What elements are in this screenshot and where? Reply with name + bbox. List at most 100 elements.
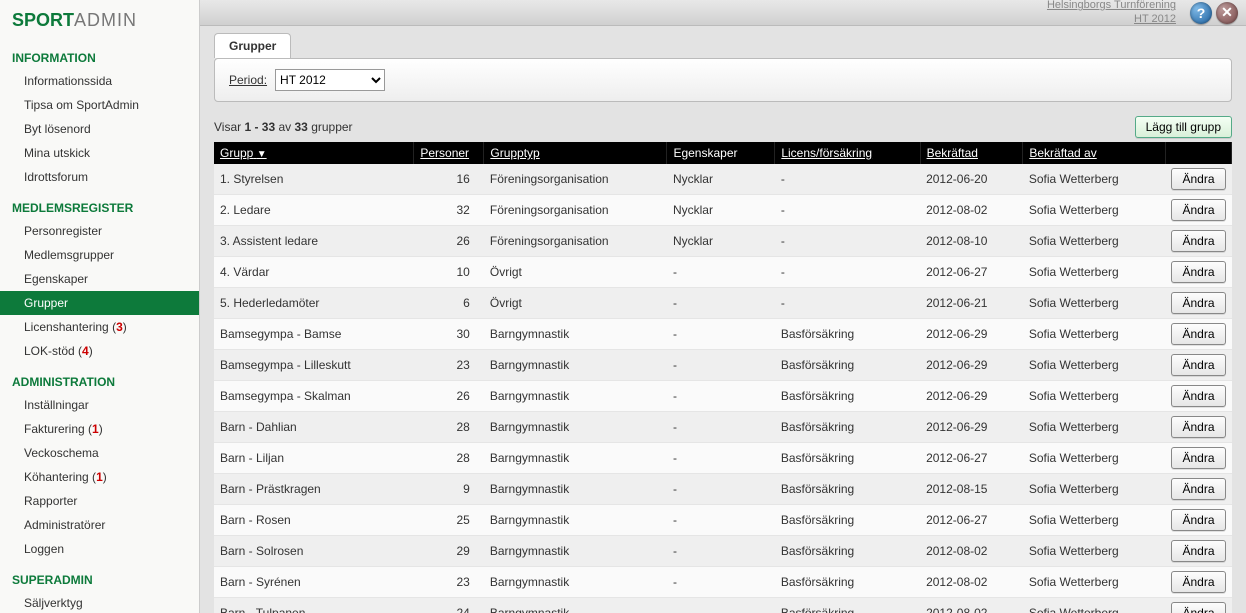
table-row[interactable]: 5. Hederledamöter6Övrigt--2012-06-21Sofi…: [214, 288, 1232, 319]
topbar: Helsingborgs Turnförening HT 2012 ? ✕: [200, 0, 1246, 26]
cell-grouptype: Övrigt: [484, 288, 667, 319]
nav-item[interactable]: Mina utskick: [0, 141, 199, 165]
cell-persons: 24: [414, 598, 484, 613]
table-row[interactable]: Bamsegympa - Lilleskutt23Barngymnastik-B…: [214, 350, 1232, 381]
nav-item[interactable]: Grupper: [0, 291, 199, 315]
cell-confirmed-by: Sofia Wetterberg: [1023, 350, 1166, 381]
edit-button[interactable]: Ändra: [1171, 230, 1225, 252]
cell-persons: 29: [414, 536, 484, 567]
table-row[interactable]: 1. Styrelsen16FöreningsorganisationNyckl…: [214, 164, 1232, 195]
nav-item[interactable]: Medlemsgrupper: [0, 243, 199, 267]
tabbar: Grupper: [214, 30, 1232, 58]
nav-item[interactable]: LOK-stöd (4): [0, 339, 199, 363]
cell-grouptype: Barngymnastik: [484, 567, 667, 598]
nav-heading: ADMINISTRATION: [0, 363, 199, 393]
table-row[interactable]: 2. Ledare32FöreningsorganisationNycklar-…: [214, 195, 1232, 226]
nav-item[interactable]: Köhantering (1): [0, 465, 199, 489]
cell-confirmed: 2012-08-02: [920, 598, 1023, 613]
table-row[interactable]: Barn - Tulpanen24Barngymnastik-Basförsäk…: [214, 598, 1232, 613]
edit-button[interactable]: Ändra: [1171, 602, 1225, 613]
col-license[interactable]: Licens/försäkring: [775, 142, 920, 164]
cell-confirmed-by: Sofia Wetterberg: [1023, 567, 1166, 598]
cell-action: Ändra: [1165, 443, 1231, 474]
nav-item[interactable]: Inställningar: [0, 393, 199, 417]
nav-heading: SUPERADMIN: [0, 561, 199, 591]
nav-item[interactable]: Rapporter: [0, 489, 199, 513]
table-row[interactable]: Barn - Syrénen23Barngymnastik-Basförsäkr…: [214, 567, 1232, 598]
edit-button[interactable]: Ändra: [1171, 199, 1225, 221]
cell-confirmed: 2012-06-29: [920, 350, 1023, 381]
table-row[interactable]: Bamsegympa - Skalman26Barngymnastik-Basf…: [214, 381, 1232, 412]
cell-confirmed: 2012-06-29: [920, 412, 1023, 443]
cell-action: Ändra: [1165, 567, 1231, 598]
org-name: Helsingborgs Turnförening: [1047, 0, 1176, 13]
nav-item[interactable]: Veckoschema: [0, 441, 199, 465]
edit-button[interactable]: Ändra: [1171, 354, 1225, 376]
cell-action: Ändra: [1165, 195, 1231, 226]
col-confirmed-by[interactable]: Bekräftad av: [1023, 142, 1166, 164]
edit-button[interactable]: Ändra: [1171, 478, 1225, 500]
cell-grouptype: Barngymnastik: [484, 412, 667, 443]
col-properties[interactable]: Egenskaper: [667, 142, 775, 164]
nav-item[interactable]: Administratörer: [0, 513, 199, 537]
col-group[interactable]: Grupp ▼: [214, 142, 414, 164]
cell-action: Ändra: [1165, 350, 1231, 381]
cell-grouptype: Barngymnastik: [484, 350, 667, 381]
table-row[interactable]: Bamsegympa - Bamse30Barngymnastik-Basför…: [214, 319, 1232, 350]
close-icon[interactable]: ✕: [1216, 2, 1238, 24]
cell-confirmed: 2012-08-10: [920, 226, 1023, 257]
nav-item[interactable]: Fakturering (1): [0, 417, 199, 441]
col-persons[interactable]: Personer: [414, 142, 484, 164]
table-row[interactable]: Barn - Rosen25Barngymnastik-Basförsäkrin…: [214, 505, 1232, 536]
cell-confirmed: 2012-08-02: [920, 195, 1023, 226]
edit-button[interactable]: Ändra: [1171, 571, 1225, 593]
nav-item[interactable]: Tipsa om SportAdmin: [0, 93, 199, 117]
table-row[interactable]: 3. Assistent ledare26Föreningsorganisati…: [214, 226, 1232, 257]
cell-action: Ändra: [1165, 412, 1231, 443]
cell-action: Ändra: [1165, 319, 1231, 350]
nav-item[interactable]: Idrottsforum: [0, 165, 199, 189]
table-row[interactable]: Barn - Prästkragen9Barngymnastik-Basförs…: [214, 474, 1232, 505]
cell-confirmed: 2012-08-02: [920, 567, 1023, 598]
edit-button[interactable]: Ändra: [1171, 447, 1225, 469]
help-icon[interactable]: ?: [1190, 2, 1212, 24]
cell-properties: Nycklar: [667, 164, 775, 195]
edit-button[interactable]: Ändra: [1171, 168, 1225, 190]
period-select[interactable]: HT 2012: [275, 69, 385, 91]
org-info[interactable]: Helsingborgs Turnförening HT 2012: [1047, 0, 1176, 26]
tab-grupper[interactable]: Grupper: [214, 33, 291, 58]
cell-persons: 16: [414, 164, 484, 195]
cell-group: Bamsegympa - Skalman: [214, 381, 414, 412]
nav-item[interactable]: Personregister: [0, 219, 199, 243]
table-row[interactable]: Barn - Liljan28Barngymnastik-Basförsäkri…: [214, 443, 1232, 474]
col-confirmed[interactable]: Bekräftad: [920, 142, 1023, 164]
cell-persons: 30: [414, 319, 484, 350]
edit-button[interactable]: Ändra: [1171, 416, 1225, 438]
add-group-button[interactable]: Lägg till grupp: [1135, 116, 1232, 138]
nav-item[interactable]: Byt lösenord: [0, 117, 199, 141]
edit-button[interactable]: Ändra: [1171, 509, 1225, 531]
table-row[interactable]: Barn - Dahlian28Barngymnastik-Basförsäkr…: [214, 412, 1232, 443]
cell-confirmed-by: Sofia Wetterberg: [1023, 443, 1166, 474]
nav-item[interactable]: Egenskaper: [0, 267, 199, 291]
edit-button[interactable]: Ändra: [1171, 323, 1225, 345]
cell-action: Ändra: [1165, 536, 1231, 567]
cell-group: 2. Ledare: [214, 195, 414, 226]
cell-license: -: [775, 288, 920, 319]
edit-button[interactable]: Ändra: [1171, 292, 1225, 314]
edit-button[interactable]: Ändra: [1171, 385, 1225, 407]
cell-properties: -: [667, 474, 775, 505]
table-row[interactable]: 4. Värdar10Övrigt--2012-06-27Sofia Wette…: [214, 257, 1232, 288]
table-row[interactable]: Barn - Solrosen29Barngymnastik-Basförsäk…: [214, 536, 1232, 567]
cell-persons: 25: [414, 505, 484, 536]
cell-confirmed-by: Sofia Wetterberg: [1023, 505, 1166, 536]
nav-item[interactable]: Loggen: [0, 537, 199, 561]
col-grouptype[interactable]: Grupptyp: [484, 142, 667, 164]
nav-item[interactable]: Säljverktyg: [0, 591, 199, 613]
edit-button[interactable]: Ändra: [1171, 261, 1225, 283]
nav-item[interactable]: Informationssida: [0, 69, 199, 93]
cell-properties: -: [667, 567, 775, 598]
edit-button[interactable]: Ändra: [1171, 540, 1225, 562]
cell-persons: 32: [414, 195, 484, 226]
nav-item[interactable]: Licenshantering (3): [0, 315, 199, 339]
